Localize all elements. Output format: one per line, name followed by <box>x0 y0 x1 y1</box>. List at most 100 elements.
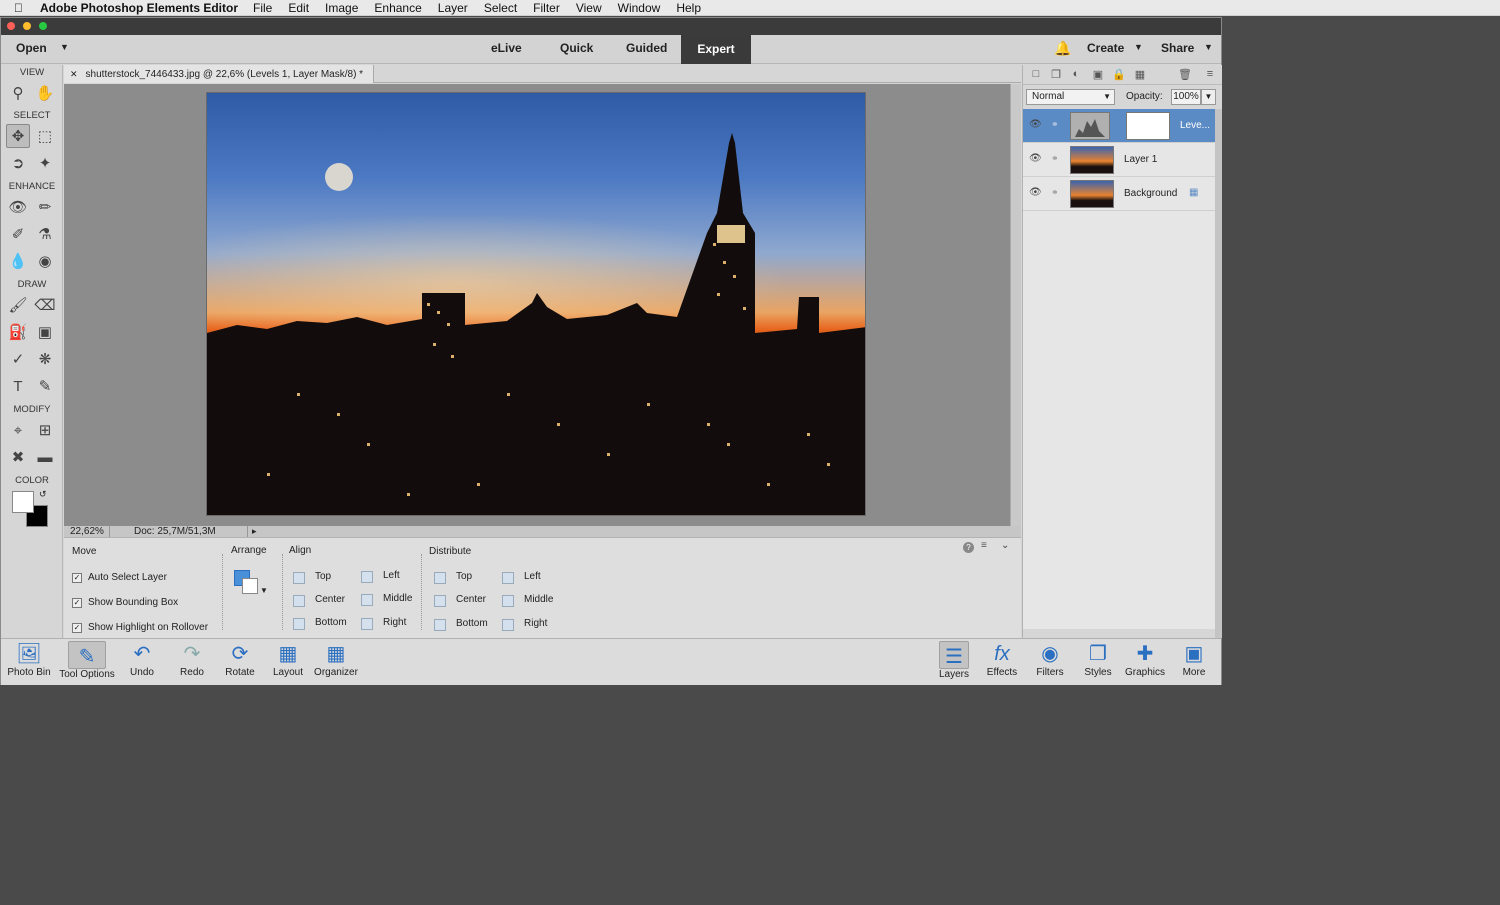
layer-name[interactable]: Layer 1 <box>1124 154 1157 165</box>
show-bounding-box-checkbox[interactable]: ✓ <box>72 598 82 608</box>
panel-menu-icon[interactable]: ≡ <box>1203 68 1217 82</box>
hand-tool-icon[interactable]: ✋ <box>33 81 57 105</box>
blend-mode-select[interactable]: Normal ▼ <box>1026 89 1115 105</box>
new-layer-icon[interactable]: □ <box>1029 68 1043 82</box>
paint-bucket-tool-icon[interactable]: ⛽ <box>6 320 30 344</box>
blur-tool-icon[interactable]: 💧 <box>6 249 30 273</box>
distribute-right-icon[interactable] <box>502 619 514 631</box>
menu-enhance[interactable]: Enhance <box>374 1 421 15</box>
close-window-button[interactable] <box>7 22 15 30</box>
canvas-scrollbar[interactable] <box>1010 84 1021 526</box>
auto-select-layer-checkbox[interactable]: ✓ <box>72 573 82 583</box>
align-bottom-icon[interactable] <box>293 618 305 630</box>
link-icon[interactable]: ⚭ <box>1051 153 1059 164</box>
align-right-label[interactable]: Right <box>383 617 406 628</box>
rotate-button[interactable]: ⟳ Rotate <box>221 639 259 686</box>
menu-select[interactable]: Select <box>484 1 517 15</box>
zoom-window-button[interactable] <box>39 22 47 30</box>
layers-button[interactable]: ☰ Layers <box>936 639 972 686</box>
more-button[interactable]: ▣ More <box>1176 639 1212 686</box>
redo-button[interactable]: ↷ Redo <box>175 639 209 686</box>
distribute-left-label[interactable]: Left <box>524 571 541 582</box>
show-highlight-checkbox[interactable]: ✓ <box>72 623 82 633</box>
layer-name[interactable]: Background <box>1124 188 1177 199</box>
menu-layer[interactable]: Layer <box>438 1 468 15</box>
opacity-dropdown-icon[interactable]: ▼ <box>1201 89 1216 105</box>
share-dropdown-icon[interactable]: ▼ <box>1204 42 1213 52</box>
zoom-tool-icon[interactable]: ⚲ <box>6 81 30 105</box>
menu-window[interactable]: Window <box>618 1 661 15</box>
clone-stamp-tool-icon[interactable]: ⚗ <box>33 222 57 246</box>
effects-button[interactable]: fx Effects <box>984 639 1020 686</box>
red-eye-tool-icon[interactable]: 👁 <box>6 195 30 219</box>
graphics-button[interactable]: ✚ Graphics <box>1123 639 1167 686</box>
quick-selection-tool-icon[interactable]: ✦ <box>33 151 57 175</box>
menu-view[interactable]: View <box>576 1 602 15</box>
visibility-eye-icon[interactable]: 👁 <box>1029 187 1042 198</box>
distribute-middle-label[interactable]: Middle <box>524 594 553 605</box>
distribute-top-label[interactable]: Top <box>456 571 472 582</box>
crop-tool-icon[interactable]: ⌖ <box>6 418 30 442</box>
tab-quick[interactable]: Quick <box>560 41 593 55</box>
layout-button[interactable]: ▦ Layout <box>269 639 307 686</box>
tab-elive[interactable]: eLive <box>491 41 522 55</box>
city-sunset-photo[interactable] <box>206 92 866 516</box>
align-middle-label[interactable]: Middle <box>383 593 412 604</box>
align-left-icon[interactable] <box>361 571 373 583</box>
lock-transparent-icon[interactable]: ▦ <box>1133 68 1147 82</box>
custom-shape-tool-icon[interactable]: ❋ <box>33 347 57 371</box>
tool-options-button[interactable]: ✎ Tool Options <box>58 639 116 686</box>
create-button[interactable]: Create <box>1087 41 1124 55</box>
tab-guided[interactable]: Guided <box>626 41 667 55</box>
options-menu-icon[interactable]: ≡ <box>981 540 987 551</box>
align-center-icon[interactable] <box>293 595 305 607</box>
styles-button[interactable]: ❐ Styles <box>1080 639 1116 686</box>
document-tab[interactable]: ✕ shutterstock_7446433.jpg @ 22,6% (Leve… <box>64 65 375 83</box>
layers-scrollbar[interactable] <box>1215 109 1222 638</box>
distribute-left-icon[interactable] <box>502 572 514 584</box>
help-icon[interactable]: ? <box>963 542 974 553</box>
arrange-dropdown-icon[interactable]: ▼ <box>234 570 268 600</box>
visibility-eye-icon[interactable]: 👁 <box>1029 119 1042 130</box>
open-dropdown-icon[interactable]: ▼ <box>60 42 69 52</box>
layer-row-levels[interactable]: 👁 ⚭ Leve... <box>1023 109 1215 143</box>
organizer-button[interactable]: ▦ Organizer <box>313 639 359 686</box>
lasso-tool-icon[interactable]: ➲ <box>6 151 30 175</box>
menu-filter[interactable]: Filter <box>533 1 560 15</box>
layer-row-background[interactable]: 👁 ⚭ Background ▦ <box>1023 177 1215 211</box>
notification-bell-icon[interactable]: 🔔 <box>1054 40 1071 56</box>
close-document-icon[interactable]: ✕ <box>70 69 78 80</box>
minimize-window-button[interactable] <box>23 22 31 30</box>
opacity-input[interactable]: 100% <box>1171 89 1201 105</box>
align-top-icon[interactable] <box>293 572 305 584</box>
photo-bin-button[interactable]: 🖼 Photo Bin <box>7 639 51 686</box>
pencil-tool-icon[interactable]: ✎ <box>33 374 57 398</box>
move-tool-icon[interactable]: ✥ <box>6 124 30 148</box>
type-tool-icon[interactable]: T <box>6 374 30 398</box>
distribute-right-label[interactable]: Right <box>524 618 547 629</box>
foreground-color-swatch[interactable] <box>12 491 34 513</box>
undo-button[interactable]: ↶ Undo <box>125 639 159 686</box>
distribute-middle-icon[interactable] <box>502 595 514 607</box>
distribute-bottom-label[interactable]: Bottom <box>456 618 488 629</box>
menu-edit[interactable]: Edit <box>288 1 309 15</box>
menu-file[interactable]: File <box>253 1 272 15</box>
content-aware-move-tool-icon[interactable]: ✖ <box>6 445 30 469</box>
status-menu-arrow-icon[interactable]: ▸ <box>248 526 257 537</box>
align-top-label[interactable]: Top <box>315 571 331 582</box>
layer-row-layer-1[interactable]: 👁 ⚭ Layer 1 <box>1023 143 1215 177</box>
healing-brush-tool-icon[interactable]: ✏ <box>33 195 57 219</box>
sponge-tool-icon[interactable]: ◉ <box>33 249 57 273</box>
eraser-tool-icon[interactable]: ⌫ <box>33 293 57 317</box>
align-middle-icon[interactable] <box>361 594 373 606</box>
share-button[interactable]: Share <box>1161 41 1194 55</box>
new-group-icon[interactable]: ❐ <box>1049 68 1063 82</box>
app-name[interactable]: Adobe Photoshop Elements Editor <box>40 1 238 15</box>
link-icon[interactable]: ⚭ <box>1051 187 1059 198</box>
smart-brush-tool-icon[interactable]: ✐ <box>6 222 30 246</box>
tab-expert[interactable]: Expert <box>681 35 751 64</box>
canvas-area[interactable] <box>64 84 1010 526</box>
layer-mask-thumbnail[interactable] <box>1126 112 1170 140</box>
adjustment-layer-icon[interactable]: ◐ <box>1069 68 1083 82</box>
open-button[interactable]: Open <box>16 41 47 55</box>
